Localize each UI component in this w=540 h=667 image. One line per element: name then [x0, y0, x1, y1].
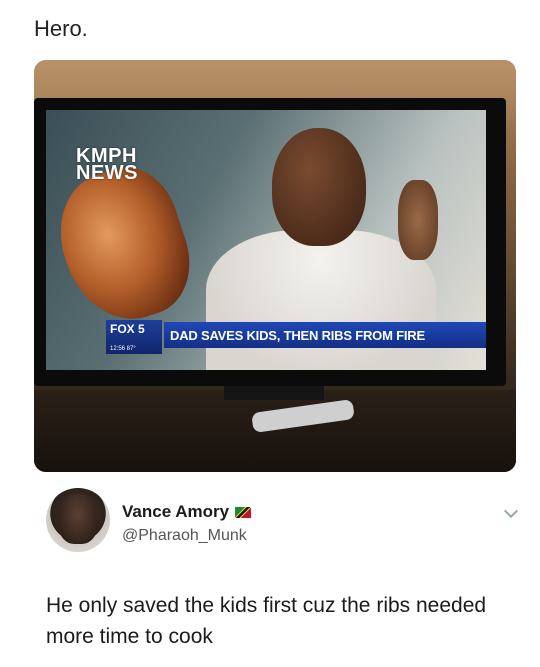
ticker-brand-box: FOX 5 12:56 87°	[106, 320, 162, 354]
display-name[interactable]: Vance Amory	[122, 502, 229, 522]
person-head	[272, 128, 366, 246]
flag-icon	[235, 506, 252, 518]
television: KMPH NEWS FOX 5 12:56 87° DAD SAVES KIDS…	[34, 98, 506, 386]
user-handle[interactable]: @Pharaoh_Munk	[122, 527, 247, 545]
avatar[interactable]	[46, 488, 110, 552]
tv-photo: KMPH NEWS FOX 5 12:56 87° DAD SAVES KIDS…	[34, 60, 516, 472]
ticker-headline: DAD SAVES KIDS, THEN RIBS FROM FIRE	[164, 322, 486, 348]
ticker-time: 12:56 87°	[110, 346, 136, 352]
avatar-face	[58, 494, 98, 544]
display-name-row[interactable]: Vance Amory	[122, 502, 252, 522]
person-hand	[398, 180, 438, 260]
channel-logo-line2: NEWS	[76, 162, 138, 184]
tv-stand	[224, 386, 324, 400]
tv-cabinet	[34, 390, 516, 472]
tweet-header: Vance Amory @Pharaoh_Munk	[46, 488, 519, 558]
ticker-brand: FOX 5	[110, 322, 145, 336]
tweet-text: He only saved the kids first cuz the rib…	[46, 594, 487, 648]
channel-logo: KMPH NEWS	[76, 146, 138, 184]
post-caption: Hero.	[34, 16, 88, 41]
chevron-down-icon[interactable]	[503, 503, 519, 519]
news-ticker: FOX 5 12:56 87° DAD SAVES KIDS, THEN RIB…	[46, 320, 486, 354]
tv-screen: KMPH NEWS FOX 5 12:56 87° DAD SAVES KIDS…	[46, 110, 486, 370]
